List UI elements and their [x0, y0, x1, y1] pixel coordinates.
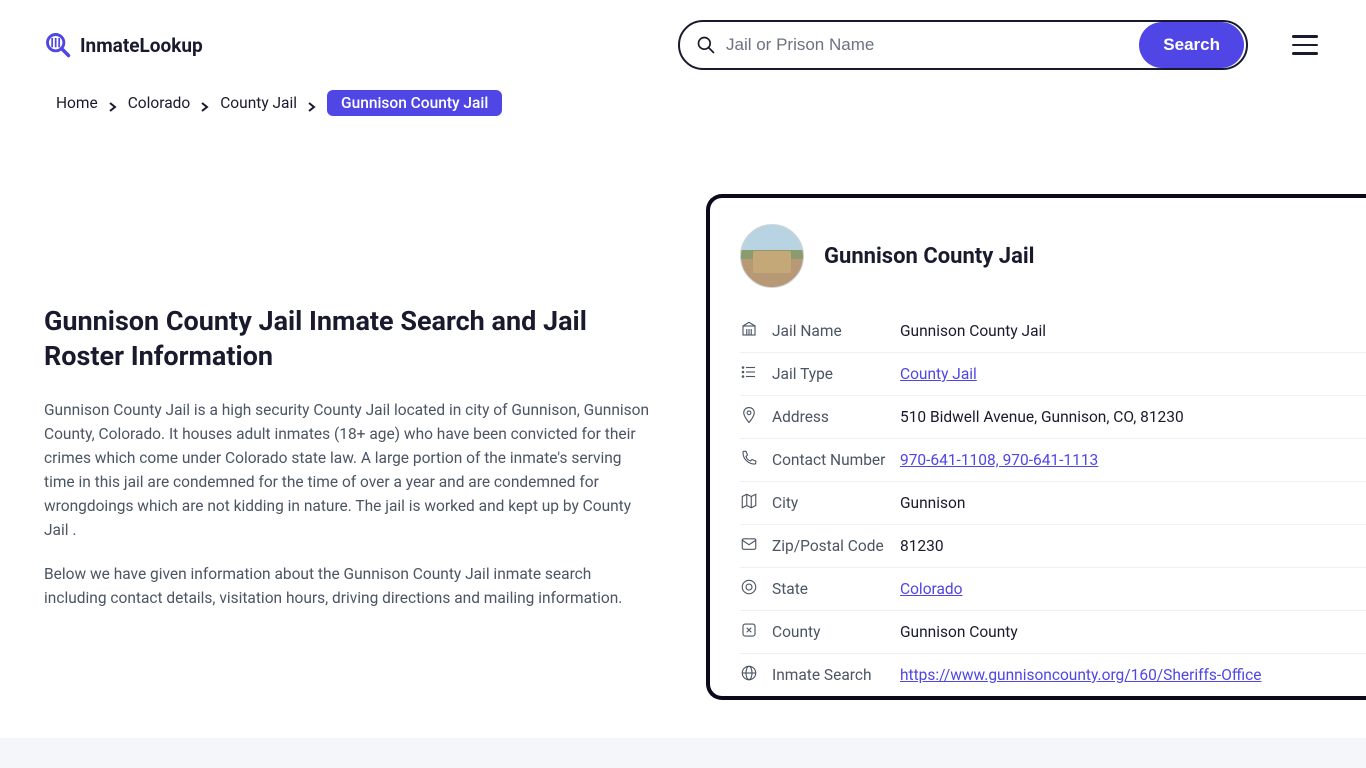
row-value: Gunnison County	[900, 623, 1018, 641]
circle-icon	[740, 578, 772, 600]
row-label: County	[772, 623, 900, 641]
map-icon	[740, 492, 772, 514]
chevron-right-icon	[307, 98, 317, 108]
row-label: City	[772, 494, 900, 512]
breadcrumb-home[interactable]: Home	[56, 94, 98, 112]
row-label: Inmate Search	[772, 666, 900, 684]
row-label: Address	[772, 408, 900, 426]
breadcrumb-colorado[interactable]: Colorado	[128, 94, 191, 112]
row-value[interactable]: https://www.gunnisoncounty.org/160/Sheri…	[900, 666, 1261, 684]
row-value: Gunnison	[900, 494, 965, 512]
info-row: Jail TypeCounty Jail	[740, 353, 1366, 396]
row-label: Jail Type	[772, 365, 900, 383]
row-label: State	[772, 580, 900, 598]
logo-icon	[44, 31, 72, 59]
globe-icon	[740, 664, 772, 686]
paragraph-1: Gunnison County Jail is a high security …	[44, 398, 654, 542]
content-column: Gunnison County Jail Inmate Search and J…	[44, 184, 654, 700]
row-label: Zip/Postal Code	[772, 537, 900, 555]
header-right: Search	[678, 20, 1322, 70]
row-label: Contact Number	[772, 451, 900, 469]
info-row: Zip/Postal Code81230	[740, 525, 1366, 568]
row-label: Jail Name	[772, 322, 900, 340]
page-title: Gunnison County Jail Inmate Search and J…	[44, 304, 654, 374]
info-row: Inmate Searchhttps://www.gunnisoncounty.…	[740, 654, 1366, 696]
search-button[interactable]: Search	[1139, 22, 1244, 68]
pin-icon	[740, 406, 772, 428]
chevron-right-icon	[108, 98, 118, 108]
row-value: 510 Bidwell Avenue, Gunnison, CO, 81230	[900, 408, 1184, 426]
info-column: Gunnison County Jail Jail NameGunnison C…	[654, 184, 1366, 700]
search-input[interactable]	[726, 35, 1139, 55]
building-icon	[740, 320, 772, 342]
logo[interactable]: InmateLookup	[44, 31, 203, 59]
breadcrumb-active: Gunnison County Jail	[327, 90, 502, 116]
info-row: CountyGunnison County	[740, 611, 1366, 654]
main: Gunnison County Jail Inmate Search and J…	[0, 124, 1366, 700]
list-icon	[740, 363, 772, 385]
header: InmateLookup Search	[0, 0, 1366, 90]
menu-button[interactable]	[1288, 31, 1322, 59]
info-row: Address510 Bidwell Avenue, Gunnison, CO,…	[740, 396, 1366, 439]
footer-strip	[0, 738, 1366, 768]
chevron-right-icon	[200, 98, 210, 108]
jail-info-card: Gunnison County Jail Jail NameGunnison C…	[706, 194, 1366, 700]
row-value[interactable]: Colorado	[900, 580, 963, 598]
row-value[interactable]: 970-641-1108, 970-641-1113	[900, 451, 1098, 469]
info-row: Contact Number970-641-1108, 970-641-1113	[740, 439, 1366, 482]
jail-avatar	[740, 224, 804, 288]
square-icon	[740, 621, 772, 643]
paragraph-2: Below we have given information about th…	[44, 562, 654, 610]
search-icon	[696, 35, 716, 55]
info-row: Jail NameGunnison County Jail	[740, 310, 1366, 353]
info-row: CityGunnison	[740, 482, 1366, 525]
row-value: Gunnison County Jail	[900, 322, 1046, 340]
breadcrumb-county-jail[interactable]: County Jail	[220, 94, 297, 112]
breadcrumb: Home Colorado County Jail Gunnison Count…	[0, 90, 1366, 124]
card-header: Gunnison County Jail	[740, 224, 1366, 288]
mail-icon	[740, 535, 772, 557]
search-bar: Search	[678, 20, 1248, 70]
row-value[interactable]: County Jail	[900, 365, 977, 383]
info-row: StateColorado	[740, 568, 1366, 611]
logo-text: InmateLookup	[80, 34, 203, 57]
phone-icon	[740, 449, 772, 471]
card-title: Gunnison County Jail	[824, 244, 1034, 269]
row-value: 81230	[900, 537, 944, 555]
